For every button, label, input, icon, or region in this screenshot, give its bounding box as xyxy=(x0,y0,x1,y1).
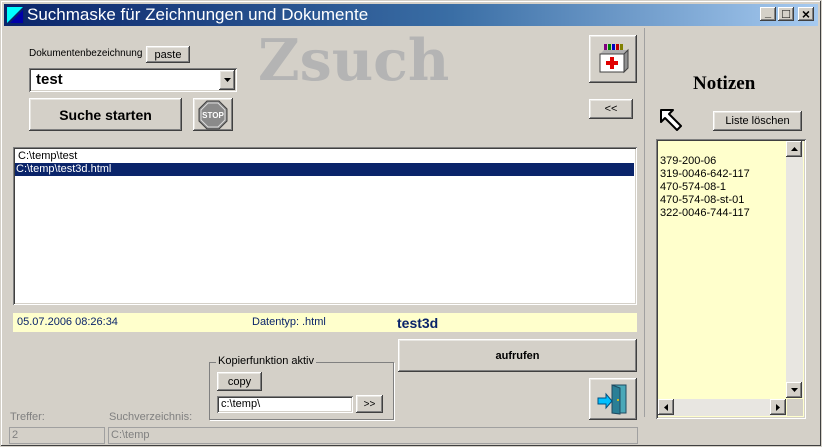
note-item: 379-200-06 xyxy=(660,155,717,167)
scroll-up-button[interactable] xyxy=(786,141,802,157)
logo-text: Zsuch xyxy=(258,27,450,94)
file-type-value: .html xyxy=(302,316,326,328)
search-dir-label: Suchverzeichnis: xyxy=(109,411,193,423)
scroll-right-button[interactable] xyxy=(770,399,786,415)
note-item: 319-0046-642-117 xyxy=(660,168,750,180)
stop-button[interactable]: STOP xyxy=(193,98,233,131)
document-name-combobox[interactable]: test xyxy=(29,68,237,92)
minimize-icon: _ xyxy=(764,6,772,19)
chevron-down-icon xyxy=(223,78,231,82)
scrollbar-corner xyxy=(787,399,803,416)
maximize-icon: □ xyxy=(782,6,790,21)
first-aid-kit-icon xyxy=(599,44,629,74)
search-dir-field: C:\temp xyxy=(108,427,638,444)
copy-group-label: Kopierfunktion aktiv xyxy=(216,355,316,367)
note-item: 470-574-08-1 xyxy=(660,181,727,193)
file-info-bar: 05.07.2006 08:26:34 Datentyp: .html test… xyxy=(13,313,637,332)
search-dir-value: C:\temp xyxy=(111,429,150,441)
dropdown-button[interactable] xyxy=(219,70,235,90)
file-type-label: Datentyp: xyxy=(252,316,300,328)
minimize-button[interactable]: _ xyxy=(760,7,776,21)
start-search-button[interactable]: Suche starten xyxy=(29,98,182,131)
notes-title: Notizen xyxy=(693,73,756,94)
window-title: Suchmaske für Zeichnungen und Dokumente xyxy=(27,5,369,24)
list-item[interactable]: C:\temp\test xyxy=(17,150,77,163)
hits-field: 2 xyxy=(9,427,105,444)
clear-list-button[interactable]: Liste löschen xyxy=(713,111,802,131)
file-date: 05.07.2006 08:26:34 xyxy=(17,316,118,328)
arrow-left-icon xyxy=(664,403,668,411)
notes-textarea[interactable]: 379-200-06 319-0046-642-117 470-574-08-1… xyxy=(656,139,806,419)
horizontal-scrollbar[interactable] xyxy=(658,399,786,416)
exit-door-icon xyxy=(597,384,627,415)
title-bar[interactable]: Suchmaske für Zeichnungen und Dokumente … xyxy=(4,4,818,26)
exit-button[interactable] xyxy=(589,378,637,420)
close-icon: × xyxy=(801,6,811,22)
paste-button[interactable]: paste xyxy=(146,46,190,63)
stop-sign-icon: STOP xyxy=(198,100,228,129)
arrow-down-icon xyxy=(790,388,798,392)
file-name: test3d xyxy=(397,315,439,331)
maximize-button[interactable]: □ xyxy=(778,7,794,21)
app-icon xyxy=(6,6,24,24)
open-button[interactable]: aufrufen xyxy=(398,339,637,372)
hits-value: 2 xyxy=(12,429,19,441)
list-item-selected[interactable]: C:\temp\test3d.html xyxy=(15,163,634,176)
collapse-button[interactable]: << xyxy=(589,99,633,119)
first-aid-button[interactable] xyxy=(589,35,637,83)
arrow-up-icon xyxy=(790,147,798,151)
hits-label: Treffer: xyxy=(10,411,45,423)
copy-path-input[interactable]: c:\temp\ xyxy=(217,396,353,413)
note-item: 322-0046-744-117 xyxy=(660,207,750,219)
arrow-up-left-icon[interactable] xyxy=(659,108,683,132)
copy-forward-button[interactable]: >> xyxy=(356,395,383,413)
scroll-left-button[interactable] xyxy=(658,399,674,415)
vertical-scrollbar[interactable] xyxy=(786,141,803,398)
scroll-down-button[interactable] xyxy=(786,382,802,398)
copy-button[interactable]: copy xyxy=(217,372,262,391)
note-item: 470-574-08-st-01 xyxy=(660,194,745,206)
results-list[interactable]: C:\temp\test C:\temp\test3d.html xyxy=(13,147,637,305)
stop-label: STOP xyxy=(202,111,224,120)
main-window: Suchmaske für Zeichnungen und Dokumente … xyxy=(0,0,822,447)
arrow-right-icon xyxy=(776,403,780,411)
close-button[interactable]: × xyxy=(798,7,814,21)
document-name-label: Dokumentenbezeichnung xyxy=(29,48,143,59)
document-name-value: test xyxy=(36,71,63,88)
